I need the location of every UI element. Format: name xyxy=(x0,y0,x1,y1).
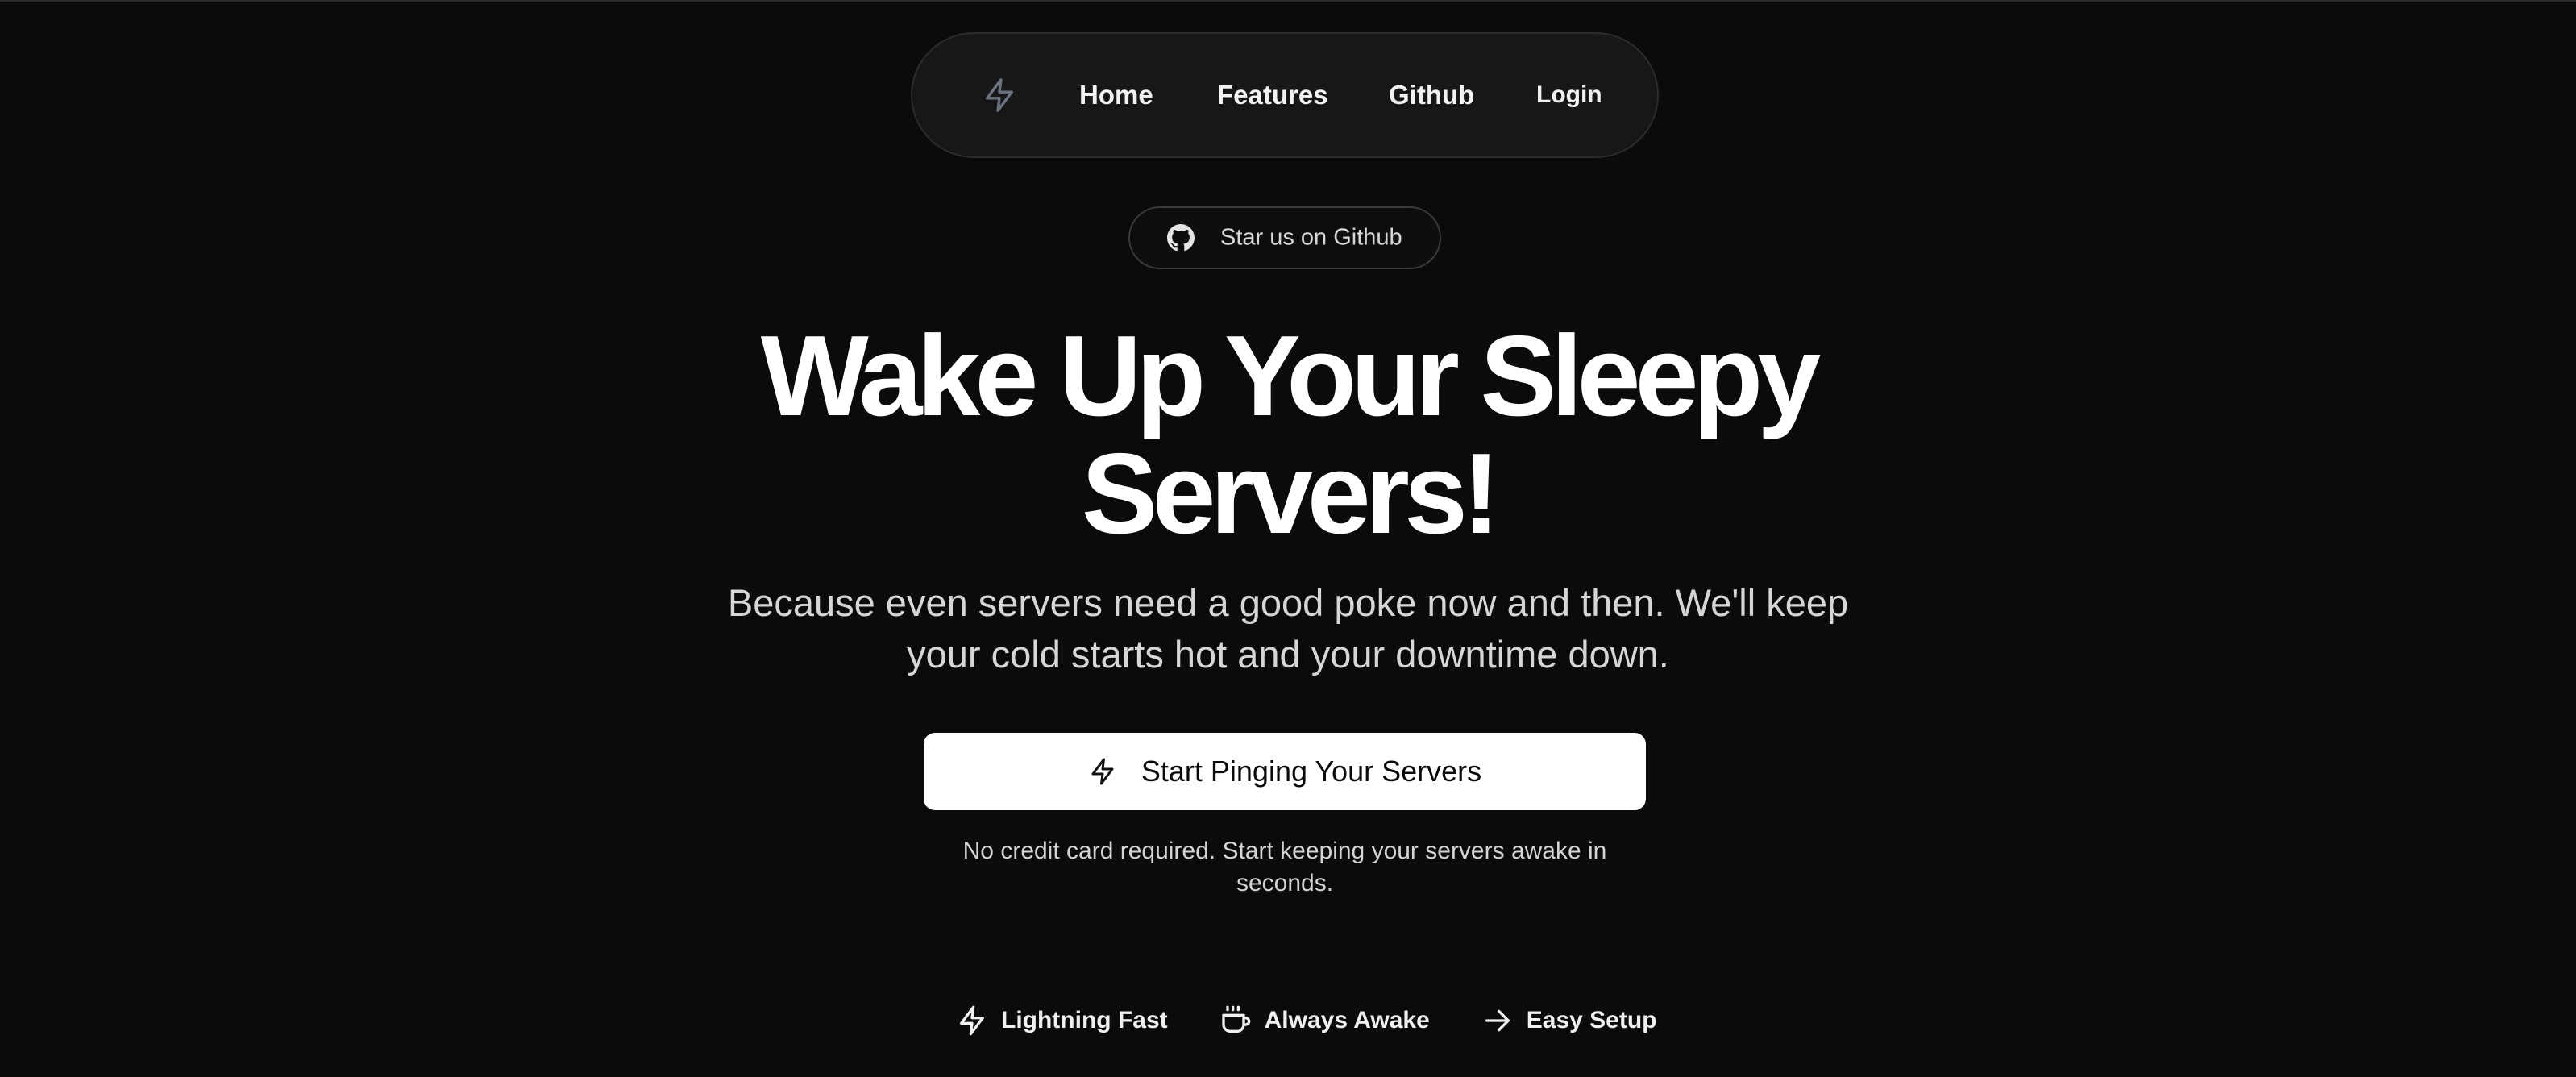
feature-label: Lightning Fast xyxy=(1001,1007,1168,1033)
start-pinging-button[interactable]: Start Pinging Your Servers xyxy=(924,733,1646,810)
feature-label: Easy Setup xyxy=(1526,1007,1657,1033)
landing-page: Home Features Github Login Star us on Gi… xyxy=(0,0,2576,1077)
feature-item-lightning-fast: Lightning Fast xyxy=(956,1004,1168,1037)
lightning-bolt-icon[interactable] xyxy=(977,73,1022,118)
lightning-bolt-icon xyxy=(960,1005,984,1036)
lightning-bolt-icon xyxy=(1091,758,1114,785)
nav-link-github[interactable]: Github xyxy=(1389,80,1474,110)
star-on-github-button[interactable]: Star us on Github xyxy=(1128,206,1441,269)
star-on-github-label: Star us on Github xyxy=(1220,224,1402,251)
login-link[interactable]: Login xyxy=(1536,81,1602,109)
cta-content: Start Pinging Your Servers xyxy=(1088,755,1481,788)
hero-title: Wake Up Your Sleepy Servers! xyxy=(0,318,2576,553)
coffee-cup-icon xyxy=(1221,1005,1250,1033)
hero-title-line-2: Servers! xyxy=(1081,430,1500,558)
feature-item-always-awake: Always Awake xyxy=(1219,1004,1430,1037)
nav-link-home[interactable]: Home xyxy=(1079,80,1153,110)
github-icon xyxy=(1167,224,1195,252)
no-credit-card-note: No credit card required. Start keeping y… xyxy=(962,838,1607,896)
nav-link-features[interactable]: Features xyxy=(1217,80,1328,110)
feature-label: Always Awake xyxy=(1264,1007,1430,1033)
feature-item-easy-setup: Easy Setup xyxy=(1481,1004,1657,1037)
top-navbar: Home Features Github Login xyxy=(911,32,1659,158)
feature-list: Lightning Fast Always Awake Easy Setup xyxy=(956,1001,1657,1040)
start-pinging-label: Start Pinging Your Servers xyxy=(1141,755,1482,788)
arrow-right-icon xyxy=(1485,1009,1510,1032)
hero-subtitle: Because even servers need a good poke no… xyxy=(727,581,1849,676)
hero-title-line-1: Wake Up Your Sleepy xyxy=(760,312,1822,440)
